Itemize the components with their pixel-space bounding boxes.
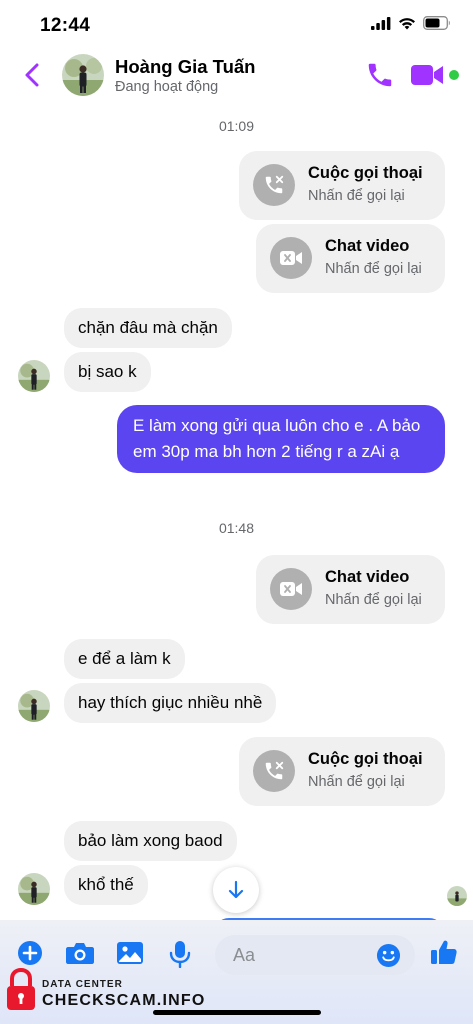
- call-subtitle: Nhấn để gọi lại: [325, 592, 422, 608]
- seen-receipt-avatar: [447, 886, 467, 906]
- wifi-icon: [399, 17, 415, 29]
- gallery-button[interactable]: [116, 940, 144, 966]
- image-icon: [117, 942, 143, 964]
- call-subtitle: Nhấn để gọi lại: [308, 188, 405, 204]
- home-indicator[interactable]: [153, 1010, 321, 1015]
- call-subtitle: Nhấn để gọi lại: [308, 774, 405, 790]
- like-button[interactable]: [430, 938, 458, 966]
- thumbs-up-icon: [431, 940, 457, 964]
- more-actions-button[interactable]: [17, 940, 43, 966]
- message-input[interactable]: Aa: [215, 935, 415, 975]
- message-input-placeholder: Aa: [233, 945, 256, 965]
- contact-name[interactable]: Hoàng Gia Tuấn: [115, 56, 255, 78]
- back-button[interactable]: [18, 60, 46, 90]
- phone-icon: [368, 63, 392, 87]
- avatar-photo: [18, 360, 50, 392]
- online-status-dot: [449, 70, 459, 80]
- emoji-button[interactable]: [376, 943, 401, 973]
- status-bar: 12:44: [0, 0, 473, 46]
- missed-call-icon: [253, 750, 295, 792]
- avatar-photo: [447, 886, 467, 906]
- avatar-photo: [62, 54, 104, 96]
- voice-message-button[interactable]: [168, 940, 192, 968]
- lock-logo-icon: [6, 967, 36, 1017]
- arrow-down-icon: [228, 880, 244, 899]
- missed-voice-call-card[interactable]: Cuộc gọi thoại Nhấn để gọi lại: [239, 151, 445, 220]
- call-title: Chat video: [325, 237, 410, 255]
- missed-video-call-card[interactable]: Chat video Nhấn để gọi lại: [256, 555, 445, 624]
- camera-button[interactable]: [65, 940, 95, 966]
- smiley-icon: [376, 943, 401, 968]
- avatar-photo: [18, 690, 50, 722]
- missed-video-icon: [270, 568, 312, 610]
- plus-circle-icon: [18, 941, 42, 965]
- sender-avatar[interactable]: [18, 873, 50, 905]
- scroll-to-bottom-button[interactable]: [213, 867, 259, 913]
- incoming-message[interactable]: bị sao k: [64, 352, 151, 392]
- incoming-message[interactable]: khổ thế: [64, 865, 148, 905]
- contact-avatar[interactable]: [62, 54, 104, 96]
- call-title: Cuộc gọi thoại: [308, 750, 423, 768]
- status-icons: [371, 16, 451, 30]
- battery-icon: [423, 16, 450, 30]
- watermark-brand-text: CHECKSCAM.INFO: [42, 992, 206, 1009]
- chevron-left-icon: [25, 63, 39, 87]
- chat-header: Hoàng Gia Tuấn Đang hoạt động: [0, 46, 473, 106]
- incoming-message[interactable]: chặn đâu mà chặn: [64, 308, 232, 348]
- timestamp: 01:09: [218, 118, 255, 134]
- video-camera-icon: [411, 65, 443, 85]
- call-title: Cuộc gọi thoại: [308, 164, 423, 182]
- voice-call-button[interactable]: [365, 60, 395, 90]
- contact-status: Đang hoạt động: [115, 79, 219, 95]
- call-subtitle: Nhấn để gọi lại: [325, 261, 422, 277]
- camera-icon: [66, 943, 94, 964]
- status-time: 12:44: [40, 15, 91, 36]
- watermark-small-text: DATA CENTER: [42, 979, 123, 990]
- outgoing-message[interactable]: E làm xong gửi qua luôn cho e . A bảo em…: [117, 405, 445, 473]
- video-call-button[interactable]: [410, 62, 444, 88]
- missed-video-icon: [270, 237, 312, 279]
- missed-voice-call-card[interactable]: Cuộc gọi thoại Nhấn để gọi lại: [239, 737, 445, 806]
- microphone-icon: [169, 941, 191, 968]
- incoming-message[interactable]: bảo làm xong baod: [64, 821, 237, 861]
- incoming-message[interactable]: hay thích giục nhiều nhề: [64, 683, 277, 723]
- avatar-photo: [18, 873, 50, 905]
- sender-avatar[interactable]: [18, 690, 50, 722]
- signal-icon: [371, 16, 391, 30]
- call-title: Chat video: [325, 568, 410, 586]
- timestamp: 01:48: [218, 520, 255, 536]
- missed-call-icon: [253, 164, 295, 206]
- sender-avatar[interactable]: [18, 360, 50, 392]
- missed-video-call-card[interactable]: Chat video Nhấn để gọi lại: [256, 224, 445, 293]
- incoming-message[interactable]: e để a làm k: [64, 639, 185, 679]
